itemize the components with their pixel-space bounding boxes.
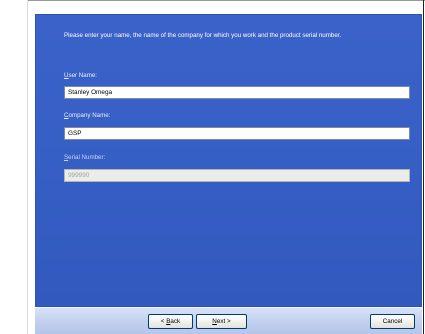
next-button[interactable]: Next > [196, 314, 247, 329]
wizard-button-bar: < Back Next > Cancel [35, 307, 422, 334]
intro-text: Please enter your name, the name of the … [64, 32, 342, 39]
cancel-button[interactable]: Cancel [370, 314, 415, 329]
user-name-field[interactable] [64, 86, 410, 99]
serial-number-label: Serial Number: [64, 154, 106, 161]
user-info-panel: Please enter your name, the name of the … [35, 14, 422, 307]
setup-wizard-window: Please enter your name, the name of the … [0, 0, 425, 334]
user-name-label: User Name: [64, 72, 98, 79]
company-name-label: Company Name: [64, 112, 111, 119]
company-name-field[interactable] [64, 127, 410, 140]
left-margin [0, 0, 28, 334]
serial-number-field [64, 169, 410, 182]
back-button[interactable]: < Back [148, 314, 193, 329]
window-right-border [423, 0, 424, 334]
window-top-border [0, 0, 425, 1]
